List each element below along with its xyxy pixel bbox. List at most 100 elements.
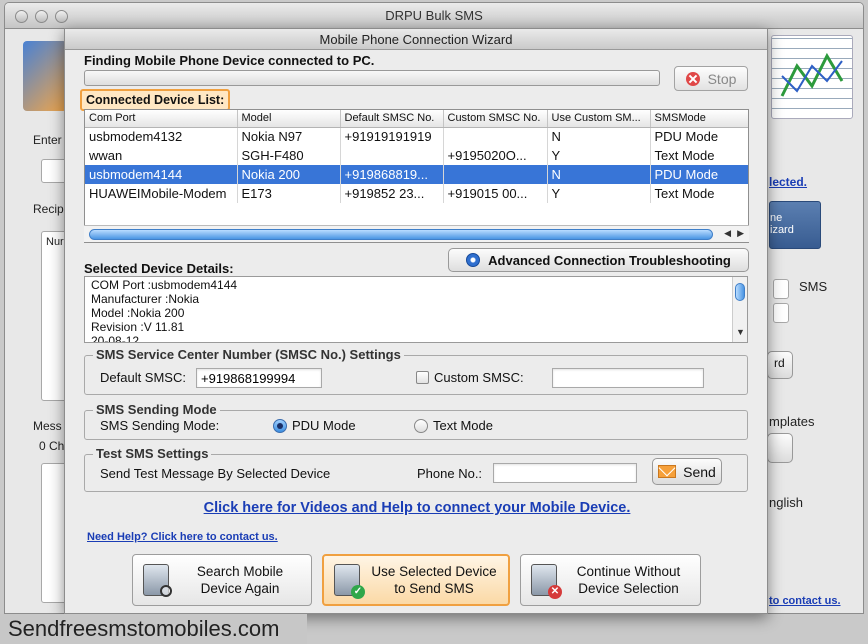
cell-default-smsc — [340, 146, 444, 165]
main-window-title: DRPU Bulk SMS — [385, 8, 483, 23]
detail-line: Revision :V 11.81 — [91, 320, 185, 334]
scroll-left-arrow-icon[interactable]: ◀ — [724, 228, 731, 239]
cell-model: Nokia N97 — [237, 127, 341, 146]
advanced-troubleshooting-button[interactable]: Advanced Connection Troubleshooting — [448, 248, 749, 272]
bg-button-rd[interactable]: rd — [767, 351, 793, 379]
scrollbar-thumb[interactable] — [89, 229, 713, 240]
finding-device-label: Finding Mobile Phone Device connected to… — [84, 53, 375, 68]
cell-custom-smsc: +9195020O... — [443, 146, 548, 165]
text-mode-radio[interactable] — [414, 419, 428, 433]
selected-device-details-label: Selected Device Details: — [84, 261, 234, 276]
sending-mode-label: SMS Sending Mode: — [100, 418, 220, 433]
use-selected-device-button[interactable]: ✓ Use Selected Device to Send SMS — [322, 554, 510, 606]
num-fragment: Nur — [46, 236, 64, 248]
detail-line: 20-08-12 — [91, 334, 140, 343]
column-header-model[interactable]: Model — [237, 110, 341, 128]
search-progress-bar — [84, 70, 660, 86]
gear-icon — [466, 253, 481, 267]
videos-help-link[interactable]: Click here for Videos and Help to connec… — [65, 500, 769, 516]
smsc-settings-title: SMS Service Center Number (SMSC No.) Set… — [93, 347, 404, 362]
table-row-selected[interactable]: usbmodem4144 Nokia 200 +919868819... N P… — [85, 165, 748, 184]
sms-sending-mode-title: SMS Sending Mode — [93, 402, 220, 417]
envelope-icon — [658, 465, 677, 478]
cell-default-smsc: +919868819... — [340, 165, 444, 184]
details-vertical-scrollbar[interactable]: ▼ — [732, 277, 747, 342]
device-table: Com Port Model Default SMSC No. Custom S… — [84, 109, 749, 243]
cell-sms-mode: Text Mode — [650, 146, 748, 165]
phone-number-label: Phone No.: — [417, 466, 483, 481]
advanced-troubleshooting-label: Advanced Connection Troubleshooting — [488, 252, 731, 268]
scroll-down-arrow-icon[interactable]: ▼ — [736, 325, 745, 339]
column-header-use-custom[interactable]: Use Custom SM... — [547, 110, 651, 128]
column-header-custom-smsc[interactable]: Custom SMSC No. — [443, 110, 548, 128]
send-label: Send — [683, 463, 716, 480]
table-row[interactable]: usbmodem4132 Nokia N97 +91919191919 N PD… — [85, 127, 748, 146]
continue-without-label: Continue Without Device Selection — [576, 564, 681, 596]
wizard-button-fragment[interactable]: ne izard — [769, 201, 821, 249]
enter-fragment: Enter — [33, 133, 62, 147]
default-smsc-input[interactable] — [196, 368, 322, 388]
column-header-com-port[interactable]: Com Port — [85, 110, 238, 128]
char-count-fragment: 0 Ch — [39, 439, 65, 453]
table-row[interactable]: wwan SGH-F480 +9195020O... Y Text Mode — [85, 146, 748, 165]
cell-custom-smsc — [443, 127, 548, 146]
phone-cross-icon: ✕ — [531, 564, 562, 599]
phone-check-icon: ✓ — [334, 564, 365, 599]
use-selected-label: Use Selected Device to Send SMS — [371, 564, 497, 596]
search-again-button[interactable]: Search Mobile Device Again — [132, 554, 312, 606]
device-details-textarea[interactable]: COM Port :usbmodem4144 Manufacturer :Nok… — [84, 276, 748, 343]
cell-com-port: HUAWEIMobile-Modem — [85, 184, 238, 203]
cell-use-custom: Y — [547, 184, 651, 203]
detail-line: Model :Nokia 200 — [91, 306, 185, 320]
detail-line: COM Port :usbmodem4144 — [91, 278, 238, 292]
pdu-mode-radio[interactable] — [273, 419, 287, 433]
selected-link-fragment[interactable]: lected. — [769, 175, 807, 189]
sms-sending-mode-group: SMS Sending Mode SMS Sending Mode: PDU M… — [84, 402, 748, 440]
text-mode-label: Text Mode — [433, 418, 493, 433]
table-row[interactable]: HUAWEIMobile-Modem E173 +919852 23... +9… — [85, 184, 748, 203]
cell-default-smsc: +919852 23... — [340, 184, 444, 203]
stop-button[interactable]: Stop — [674, 66, 748, 91]
continue-without-device-button[interactable]: ✕ Continue Without Device Selection — [520, 554, 701, 606]
search-again-label: Search Mobile Device Again — [196, 564, 284, 596]
cell-use-custom: Y — [547, 146, 651, 165]
table-horizontal-scrollbar[interactable]: ◀ ▶ — [84, 225, 749, 242]
app-logo-icon — [23, 41, 67, 111]
send-test-label: Send Test Message By Selected Device — [100, 466, 331, 481]
cell-custom-smsc: +919015 00... — [443, 184, 548, 203]
main-titlebar: DRPU Bulk SMS — [5, 3, 863, 29]
cell-model: Nokia 200 — [237, 165, 341, 184]
bg-button-templates[interactable] — [767, 433, 793, 463]
chart-logo-icon — [771, 35, 853, 119]
smsc-settings-group: SMS Service Center Number (SMSC No.) Set… — [84, 347, 748, 395]
pdu-mode-label: PDU Mode — [292, 418, 356, 433]
cell-com-port: usbmodem4144 — [85, 165, 238, 184]
details-scrollbar-thumb[interactable] — [735, 283, 745, 301]
detail-line: Manufacturer :Nokia — [91, 292, 200, 306]
cell-model: E173 — [237, 184, 341, 203]
bg-select-2[interactable] — [773, 303, 789, 323]
cell-sms-mode: Text Mode — [650, 184, 748, 203]
column-header-default-smsc[interactable]: Default SMSC No. — [340, 110, 444, 128]
cell-com-port: usbmodem4132 — [85, 127, 238, 146]
wizard-fragment-2: izard — [770, 224, 794, 236]
cell-default-smsc: +91919191919 — [340, 127, 444, 146]
stop-icon — [685, 71, 700, 86]
recip-fragment: Recip — [33, 202, 64, 216]
need-help-link[interactable]: Need Help? Click here to contact us. — [87, 531, 278, 543]
bg-select-1[interactable] — [773, 279, 789, 299]
dialog-title: Mobile Phone Connection Wizard — [65, 29, 767, 50]
column-header-sms-mode[interactable]: SMSMode — [650, 110, 748, 128]
contact-link-fragment[interactable]: to contact us. — [769, 595, 841, 607]
mess-fragment: Mess — [33, 419, 62, 433]
custom-smsc-input[interactable] — [552, 368, 704, 388]
custom-smsc-checkbox[interactable] — [416, 371, 429, 384]
wizard-fragment-1: ne — [770, 212, 783, 224]
connected-device-list-label: Connected Device List: — [80, 89, 231, 111]
test-sms-settings-title: Test SMS Settings — [93, 446, 212, 461]
send-test-button[interactable]: Send — [652, 458, 722, 485]
phone-number-input[interactable] — [493, 463, 637, 483]
scroll-right-arrow-icon[interactable]: ▶ — [737, 228, 744, 239]
cell-use-custom: N — [547, 127, 651, 146]
cell-sms-mode: PDU Mode — [650, 127, 748, 146]
